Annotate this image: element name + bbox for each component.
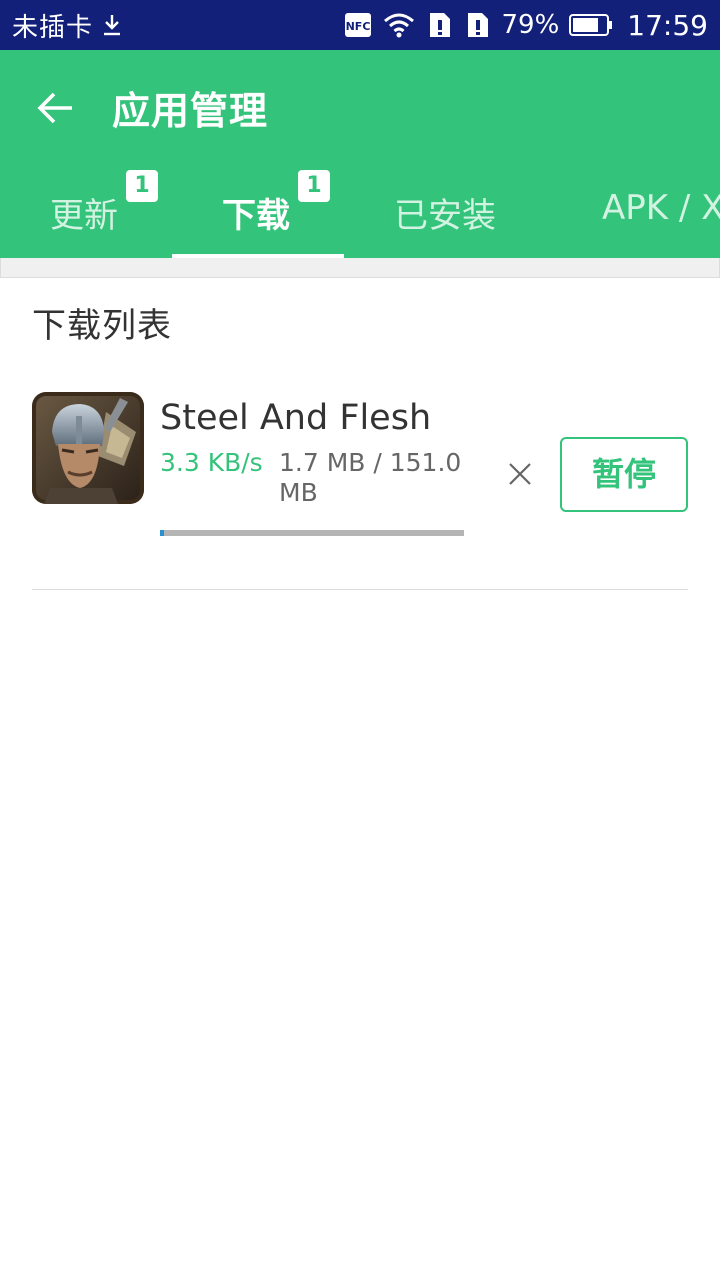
tab-label: 更新 [50, 196, 118, 236]
tab-shadow-divider [0, 258, 720, 278]
tab-apk[interactable]: APK / X [554, 170, 720, 258]
sim-alert-icon [467, 13, 488, 37]
close-icon[interactable] [504, 458, 536, 490]
app-bar: 应用管理 更新 1 下载 1 已安装 APK / X [0, 50, 720, 258]
app-icon [32, 392, 144, 504]
tab-bar: 更新 1 下载 1 已安装 APK / X [0, 170, 720, 258]
status-bar: 未插卡 NFC 79% 17:59 [0, 0, 720, 50]
page-title: 应用管理 [112, 89, 269, 133]
tab-label: APK / X [602, 188, 720, 228]
nfc-icon: NFC [344, 13, 371, 37]
download-speed: 3.3 KB/s [160, 448, 263, 477]
tab-badge: 1 [298, 170, 330, 202]
pause-button[interactable]: 暂停 [560, 437, 688, 512]
wifi-icon [383, 13, 414, 38]
clock: 17:59 [627, 8, 708, 42]
status-left: 未插卡 [12, 0, 123, 50]
item-divider [32, 589, 688, 590]
battery-icon [569, 14, 613, 36]
app-name: Steel And Flesh [160, 398, 432, 438]
download-icon [104, 15, 121, 36]
tab-label: 已安装 [394, 196, 496, 236]
tab-updates[interactable]: 更新 1 [0, 170, 172, 258]
section-title: 下载列表 [32, 306, 172, 346]
download-progress-bar [160, 530, 464, 536]
tab-badge: 1 [126, 170, 158, 202]
battery-percent: 79% [501, 10, 560, 40]
status-right: NFC 79% 17:59 [344, 0, 708, 50]
tab-label: 下载 [222, 196, 290, 236]
download-size: 1.7 MB / 151.0 MB [279, 448, 462, 507]
svg-text:NFC: NFC [345, 20, 370, 33]
tab-downloads[interactable]: 下载 1 [172, 170, 344, 258]
download-progress-fill [160, 530, 164, 536]
arrow-left-icon[interactable] [34, 86, 78, 130]
tab-installed[interactable]: 已安装 [344, 170, 554, 258]
carrier-label: 未插卡 [12, 12, 94, 43]
sim-alert-icon [429, 13, 450, 37]
